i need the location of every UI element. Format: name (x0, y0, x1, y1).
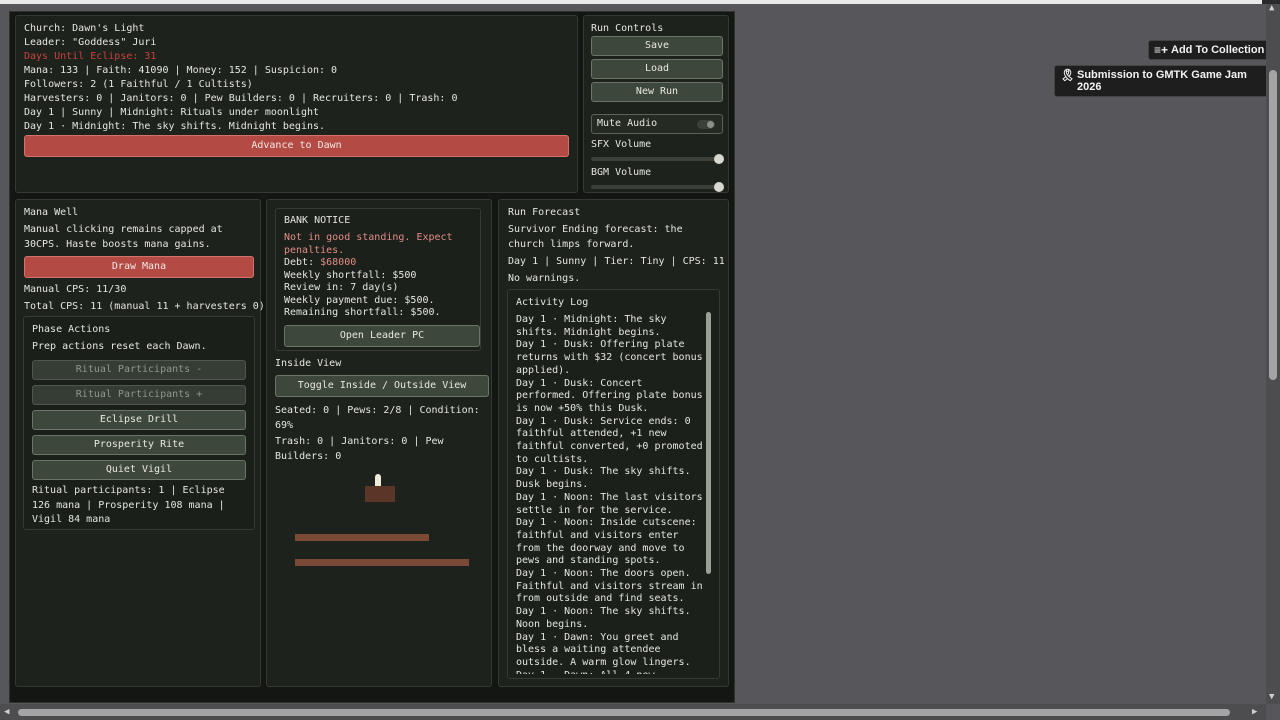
forecast-warnings: No warnings. (508, 273, 581, 284)
scroll-right-arrow-icon[interactable]: ▶ (1252, 708, 1257, 717)
toggle-switch-icon[interactable] (697, 120, 715, 129)
activity-log-list[interactable]: Day 1 · Midnight: The sky shifts. Midnig… (516, 314, 704, 674)
sfx-volume-slider[interactable] (591, 154, 724, 164)
vertical-scroll-thumb[interactable] (1269, 70, 1277, 380)
altar (365, 486, 395, 502)
ritual-participants-minus-button[interactable]: Ritual Participants - (32, 360, 246, 380)
scroll-down-arrow-icon[interactable]: ▼ (1269, 693, 1274, 702)
eclipse-drill-button[interactable]: Eclipse Drill (32, 410, 246, 430)
debt-label: Debt: (284, 257, 321, 268)
candle-icon (375, 474, 381, 486)
bank-notice-title: BANK NOTICE (284, 215, 351, 226)
activity-log-entry: Day 1 · Midnight: The sky shifts. Midnig… (516, 314, 667, 338)
mute-audio-label: Mute Audio (597, 118, 658, 129)
manual-cps: Manual CPS: 11/30 (24, 284, 127, 295)
activity-log-entry: Day 1 · Noon: The doors open. Faithful a… (516, 568, 703, 605)
remaining-shortfall: Remaining shortfall: $500. (284, 307, 441, 318)
worker-stats: Harvesters: 0 | Janitors: 0 | Pew Builde… (24, 93, 458, 104)
bank-notice-panel: BANK NOTICE Not in good standing. Expect… (275, 208, 481, 351)
weekly-shortfall: Weekly shortfall: $500 (284, 269, 417, 281)
bgm-volume-label: BGM Volume (591, 167, 652, 178)
review-countdown: Review in: 7 day(s) (284, 282, 399, 293)
add-to-collection-button[interactable]: ≡+ Add To Collection (1148, 40, 1272, 60)
inside-view-title: Inside View (275, 358, 342, 369)
day-status: Day 1 | Sunny | Midnight: Rituals under … (24, 107, 320, 118)
total-cps: Total CPS: 11 (manual 11 + harvesters 0) (24, 301, 265, 312)
game-jam-badge[interactable]: 🎗 Submission to GMTK Game Jam 2026 (1054, 65, 1280, 97)
bank-debt: Debt: $68000 (284, 257, 472, 270)
mana-well-title: Mana Well (24, 207, 79, 218)
activity-log-entry: Day 1 · Dusk: Concert performed. Offerin… (516, 377, 703, 414)
run-controls-title: Run Controls (591, 23, 664, 34)
phase-actions-title: Phase Actions (32, 324, 111, 335)
pew-1 (295, 534, 429, 541)
scroll-up-arrow-icon[interactable]: ▲ (1269, 4, 1274, 13)
phase-actions-panel: Phase Actions Prep actions reset each Da… (23, 316, 255, 530)
forecast-ending: Survivor Ending forecast: the church lim… (508, 224, 683, 250)
bank-warning: Not in good standing. Expect penalties. (284, 232, 453, 256)
new-run-button[interactable]: New Run (591, 82, 723, 102)
quiet-vigil-button[interactable]: Quiet Vigil (32, 460, 246, 480)
activity-log-entry: Day 1 · Noon: The last visitors settle i… (516, 491, 703, 516)
church-view-panel: BANK NOTICE Not in good standing. Expect… (266, 199, 492, 687)
mute-audio-toggle[interactable]: Mute Audio (591, 114, 723, 134)
activity-log-entry: Day 1 · Dusk: Service ends: 0 faithful a… (516, 415, 703, 465)
leader-name: Leader: "Goddess" Juri (24, 37, 157, 48)
payment-due: Weekly payment due: $500. (284, 294, 435, 306)
eclipse-countdown: Days Until Eclipse: 31 (24, 51, 157, 62)
open-leader-pc-button[interactable]: Open Leader PC (284, 324, 480, 347)
bgm-volume-slider[interactable] (591, 182, 724, 192)
last-event: Day 1 · Midnight: The sky shifts. Midnig… (24, 121, 326, 132)
follower-stats: Followers: 2 (1 Faithful / 1 Cultists) (24, 79, 253, 90)
forecast-status: Day 1 | Sunny | Tier: Tiny | CPS: 11 (508, 256, 725, 267)
game-canvas: Church: Dawn's Light Leader: "Goddess" J… (9, 11, 735, 703)
sfx-volume-label: SFX Volume (591, 139, 652, 150)
church-name: Church: Dawn's Light (24, 23, 145, 34)
prosperity-rite-button[interactable]: Prosperity Rite (32, 435, 246, 455)
activity-log-entry: Day 1 · Dusk: The sky shifts. Dusk begin… (516, 466, 691, 491)
seating-stats: Seated: 0 | Pews: 2/8 | Condition: 69% (275, 405, 480, 431)
resource-stats: Mana: 133 | Faith: 41090 | Money: 152 | … (24, 65, 338, 76)
forecast-title: Run Forecast (508, 207, 581, 218)
page-vertical-scrollbar[interactable]: ▲ ▼ (1266, 4, 1280, 704)
scroll-left-arrow-icon[interactable]: ◀ (4, 708, 9, 717)
activity-log-entry: Day 1 · Noon: Inside cutscene: faithful … (516, 517, 697, 567)
activity-log-panel: Activity Log Day 1 · Midnight: The sky s… (507, 289, 720, 679)
activity-log-title: Activity Log (516, 297, 589, 308)
load-button[interactable]: Load (591, 59, 723, 79)
save-button[interactable]: Save (591, 36, 723, 56)
ritual-summary: Ritual participants: 1 | Eclipse 126 man… (32, 485, 225, 525)
slider-thumb[interactable] (714, 182, 724, 192)
playlist-add-icon: ≡+ (1154, 43, 1169, 57)
activity-log-entry: Day 1 · Dawn: You greet and bless a wait… (516, 631, 691, 668)
run-forecast-panel: Run Forecast Survivor Ending forecast: t… (498, 199, 729, 687)
game-jam-label: Submission to GMTK Game Jam 2026 (1077, 69, 1247, 93)
toggle-view-button[interactable]: Toggle Inside / Outside View (275, 375, 489, 397)
horizontal-scroll-thumb[interactable] (18, 709, 1230, 716)
draw-mana-button[interactable]: Draw Mana (24, 256, 254, 278)
activity-log-entry: Day 1 · Dawn: All 4 new (516, 670, 704, 674)
phase-actions-description: Prep actions reset each Dawn. (32, 341, 207, 352)
run-controls-panel: Run Controls Save Load New Run Mute Audi… (583, 15, 729, 193)
browser-top-bar (0, 0, 1280, 4)
mana-well-description: Manual clicking remains capped at 30CPS.… (24, 224, 223, 250)
pew-2 (295, 559, 469, 566)
advance-phase-button[interactable]: Advance to Dawn (24, 135, 569, 157)
ribbon-award-icon: 🎗 (1060, 68, 1076, 82)
ritual-participants-plus-button[interactable]: Ritual Participants + (32, 385, 246, 405)
slider-thumb[interactable] (714, 154, 724, 164)
activity-log-scrollbar[interactable] (706, 312, 711, 574)
activity-log-entry: Day 1 · Dusk: Offering plate returns wit… (516, 339, 703, 376)
add-to-collection-label: Add To Collection (1171, 44, 1265, 56)
activity-log-entry: Day 1 · Noon: The sky shifts. Noon begin… (516, 606, 691, 630)
debt-value: $68000 (320, 257, 357, 268)
maintenance-stats: Trash: 0 | Janitors: 0 | Pew Builders: 0 (275, 436, 444, 462)
church-status-panel: Church: Dawn's Light Leader: "Goddess" J… (15, 15, 578, 193)
page-horizontal-scrollbar[interactable]: ◀ ▶ (0, 704, 1266, 720)
mana-well-panel: Mana Well Manual clicking remains capped… (15, 199, 265, 687)
